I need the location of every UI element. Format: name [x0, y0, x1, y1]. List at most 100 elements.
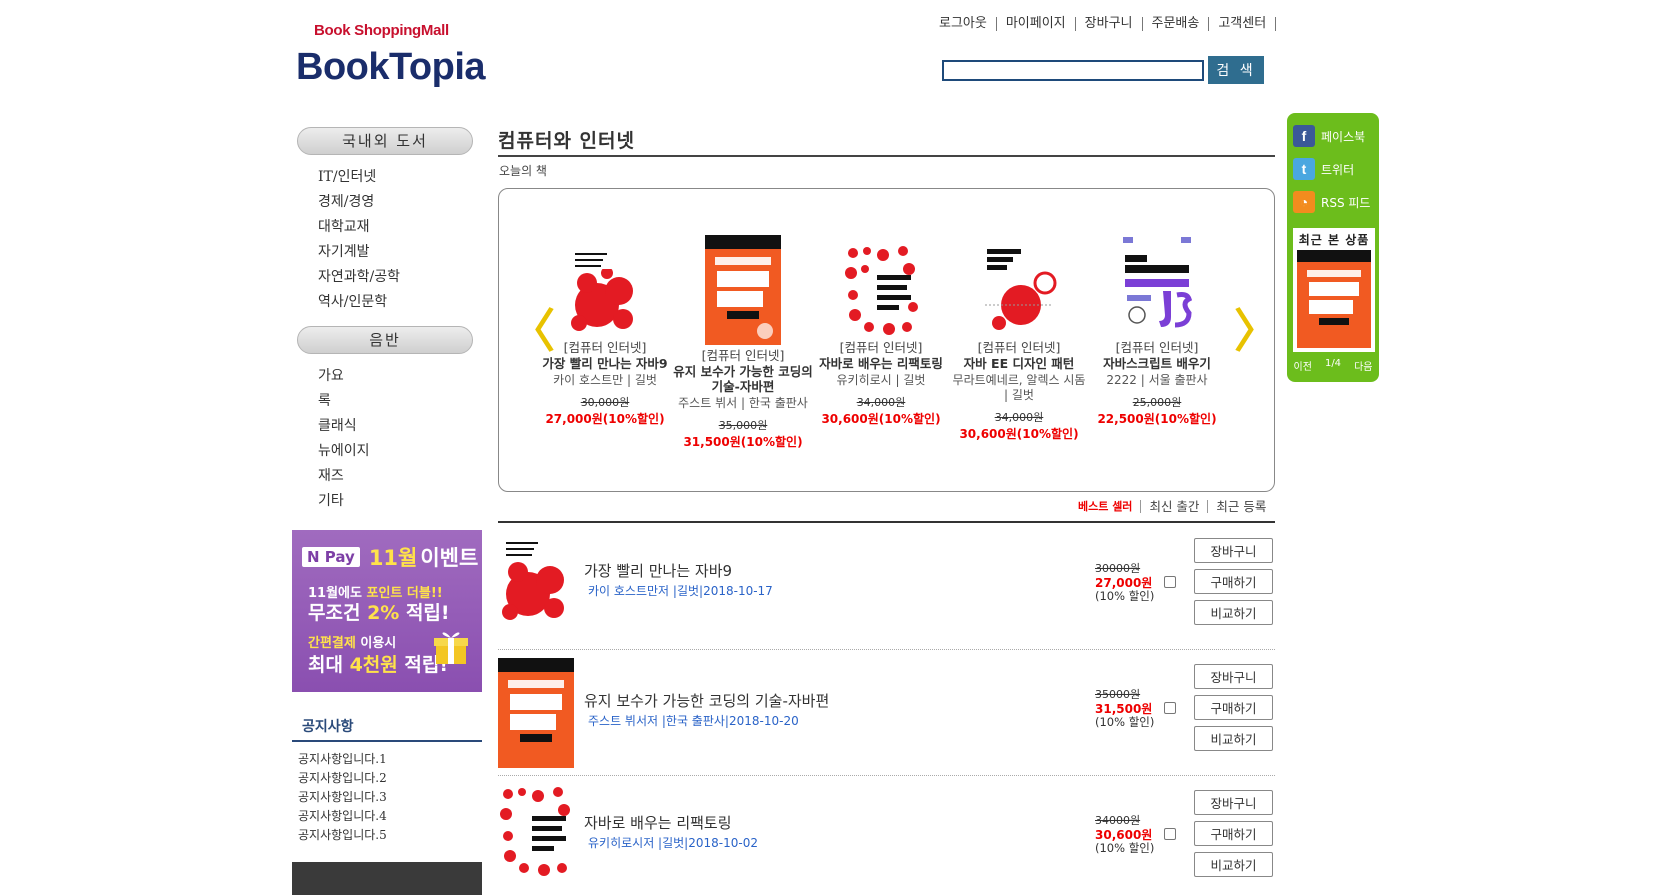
notice-item[interactable]: 공지사항입니다.5	[298, 826, 387, 845]
add-to-cart-button[interactable]: 장바구니	[1194, 538, 1273, 563]
page-title: 컴퓨터와 인터넷	[498, 130, 635, 152]
book-discount: (10% 할인)	[1095, 715, 1155, 729]
category-item-economy[interactable]: 경제/경영	[318, 190, 400, 215]
twitter-link[interactable]: t 트위터	[1293, 158, 1354, 180]
category-item-textbook[interactable]: 대학교재	[318, 215, 400, 240]
book-title[interactable]: 자바로 배우는 리팩토링	[584, 812, 732, 833]
category-item-etc[interactable]: 기타	[318, 489, 370, 514]
book-meta: 유키히로시저 |길벗|2018-10-02	[588, 836, 758, 850]
carousel-item[interactable]: [컴퓨터 인터넷] 가장 빨리 만나는 자바9 카이 호스트만 | 길벗 30,…	[535, 243, 675, 427]
category-item-selfdev[interactable]: 자기계발	[318, 240, 400, 265]
carousel-item-author: 카이 호스트만 | 길벗	[553, 373, 657, 387]
carousel-item[interactable]: [컴퓨터 인터넷] 자바스크립트 배우기 2222 | 서울 출판사 25,00…	[1087, 233, 1227, 427]
npay-logo: N Pay	[302, 547, 360, 567]
carousel-item-title[interactable]: 자바스크립트 배우기	[1087, 356, 1227, 371]
bottom-banner[interactable]	[292, 862, 482, 895]
carousel-item-author: 무라트예네르, 알렉스 시돔 | 길벗	[952, 373, 1086, 402]
book-cover	[1119, 233, 1195, 337]
notice-item[interactable]: 공지사항입니다.1	[298, 750, 387, 769]
buy-button[interactable]: 구매하기	[1194, 569, 1273, 594]
nav-orders[interactable]: 주문배송	[1143, 17, 1210, 31]
npay-event-banner[interactable]: N Pay 11월 이벤트 11월에도 포인트 더블!! 무조건 2% 적립! 간편…	[292, 530, 482, 692]
category-music-list: 가요 록 클래식 뉴에이지 재즈 기타	[318, 364, 370, 514]
gift-box-icon	[434, 632, 468, 664]
notice-item[interactable]: 공지사항입니다.3	[298, 788, 387, 807]
compare-button[interactable]: 비교하기	[1194, 726, 1273, 751]
tab-recent[interactable]: 최근 등록	[1208, 500, 1274, 513]
sort-tabs: 베스트 셀러 최신 출간 최근 등록	[1070, 500, 1274, 513]
category-music-header[interactable]: 음반	[297, 326, 473, 354]
site-logo[interactable]: BookTopia	[296, 46, 486, 89]
banner-line2: 무조건 2% 적립!	[308, 602, 450, 624]
category-item-science[interactable]: 자연과학/공학	[318, 265, 400, 290]
tab-newest[interactable]: 최신 출간	[1141, 500, 1209, 513]
carousel-item-title[interactable]: 자바로 배우는 리팩토링	[811, 356, 951, 371]
nav-cart[interactable]: 장바구니	[1076, 17, 1143, 31]
carousel-item-original-price: 30,000원	[580, 396, 630, 409]
rss-link[interactable]: ◔ RSS 피드	[1293, 191, 1370, 213]
nav-logout[interactable]: 로그아웃	[930, 17, 997, 31]
compare-button[interactable]: 비교하기	[1194, 852, 1273, 877]
recent-pager: 이전 1/4 다음	[1287, 358, 1379, 373]
compare-button[interactable]: 비교하기	[1194, 600, 1273, 625]
carousel-item-sale-price: 30,600원(10%할인)	[959, 427, 1079, 441]
category-item-jazz[interactable]: 재즈	[318, 464, 370, 489]
nav-support[interactable]: 고객센터	[1209, 17, 1277, 31]
carousel-item-category: [컴퓨터 인터넷]	[563, 340, 647, 355]
category-item-classic[interactable]: 클래식	[318, 414, 370, 439]
add-to-cart-button[interactable]: 장바구니	[1194, 790, 1273, 815]
category-item-history[interactable]: 역사/인문학	[318, 290, 400, 315]
book-thumbnail[interactable]	[498, 658, 574, 768]
carousel-item-title[interactable]: 가장 빨리 만나는 자바9	[535, 356, 675, 371]
book-thumbnail[interactable]	[498, 784, 574, 878]
notice-item[interactable]: 공지사항입니다.4	[298, 807, 387, 826]
list-divider	[498, 521, 1275, 523]
book-thumbnail[interactable]	[498, 532, 574, 626]
carousel-item-sale-price: 27,000원(10%할인)	[545, 412, 665, 426]
carousel-item-title[interactable]: 유지 보수가 가능한 코딩의 기술-자바편	[673, 364, 813, 394]
carousel-item[interactable]: [컴퓨터 인터넷] 자바로 배우는 리팩토링 유키히로시 | 길벗 34,000…	[811, 243, 951, 427]
recent-products-box: 최근 본 상품	[1293, 228, 1375, 352]
carousel-item-sale-price: 22,500원(10%할인)	[1097, 412, 1217, 426]
book-discount: (10% 할인)	[1095, 589, 1155, 603]
nav-mypage[interactable]: 마이페이지	[997, 17, 1076, 31]
book-select-checkbox[interactable]	[1164, 828, 1176, 840]
tab-bestseller[interactable]: 베스트 셀러	[1070, 500, 1142, 513]
carousel-item-category: [컴퓨터 인터넷]	[701, 348, 785, 363]
search-button[interactable]: 검 색	[1208, 56, 1264, 84]
category-item-kpop[interactable]: 가요	[318, 364, 370, 389]
carousel-item-category: [컴퓨터 인터넷]	[977, 340, 1061, 355]
carousel-item-author: 유키히로시 | 길벗	[836, 373, 926, 387]
carousel-item-original-price: 35,000원	[718, 419, 768, 432]
book-cover	[567, 243, 643, 337]
category-item-newage[interactable]: 뉴에이지	[318, 439, 370, 464]
carousel-item[interactable]: [컴퓨터 인터넷] 유지 보수가 가능한 코딩의 기술-자바편 주스트 뷔서 |…	[673, 235, 813, 450]
carousel-item[interactable]: [컴퓨터 인터넷] 자바 EE 디자인 패턴 무라트예네르, 알렉스 시돔 | …	[949, 243, 1089, 442]
search-input[interactable]	[942, 60, 1204, 81]
category-item-rock[interactable]: 록	[318, 389, 370, 414]
facebook-link[interactable]: f 페이스북	[1293, 125, 1365, 147]
today-books-label: 오늘의 책	[499, 164, 547, 178]
twitter-label: 트위터	[1321, 162, 1355, 177]
book-title[interactable]: 가장 빨리 만나는 자바9	[584, 560, 732, 581]
recent-product-thumbnail[interactable]	[1297, 250, 1371, 348]
sns-sidebar: f 페이스북 t 트위터 ◔ RSS 피드 최근 본 상품 이전 1/4 다음	[1287, 113, 1379, 382]
book-select-checkbox[interactable]	[1164, 576, 1176, 588]
todays-books-carousel: 〈 〉 [컴퓨터 인터넷] 가장 빨리 만나는 자바9 카이 호스트만 | 길벗…	[498, 188, 1280, 492]
book-meta: 카이 호스트만저 |길벗|2018-10-17	[588, 584, 773, 598]
category-item-it[interactable]: IT/인터넷	[318, 165, 400, 190]
notice-item[interactable]: 공지사항입니다.2	[298, 769, 387, 788]
category-books-header[interactable]: 국내외 도서	[297, 127, 473, 155]
recent-next-button[interactable]: 다음	[1354, 358, 1372, 373]
rss-label: RSS 피드	[1321, 195, 1371, 210]
recent-prev-button[interactable]: 이전	[1294, 358, 1312, 373]
add-to-cart-button[interactable]: 장바구니	[1194, 664, 1273, 689]
buy-button[interactable]: 구매하기	[1194, 821, 1273, 846]
carousel-item-title[interactable]: 자바 EE 디자인 패턴	[949, 356, 1089, 371]
banner-line4: 최대 4천원 적립!	[308, 654, 449, 676]
book-select-checkbox[interactable]	[1164, 702, 1176, 714]
book-row: 자바로 배우는 리팩토링 유키히로시저 |길벗|2018-10-02 34000…	[498, 776, 1275, 895]
carousel-next-button[interactable]: 〉	[1234, 295, 1280, 361]
buy-button[interactable]: 구매하기	[1194, 695, 1273, 720]
book-title[interactable]: 유지 보수가 가능한 코딩의 기술-자바편	[584, 690, 829, 711]
